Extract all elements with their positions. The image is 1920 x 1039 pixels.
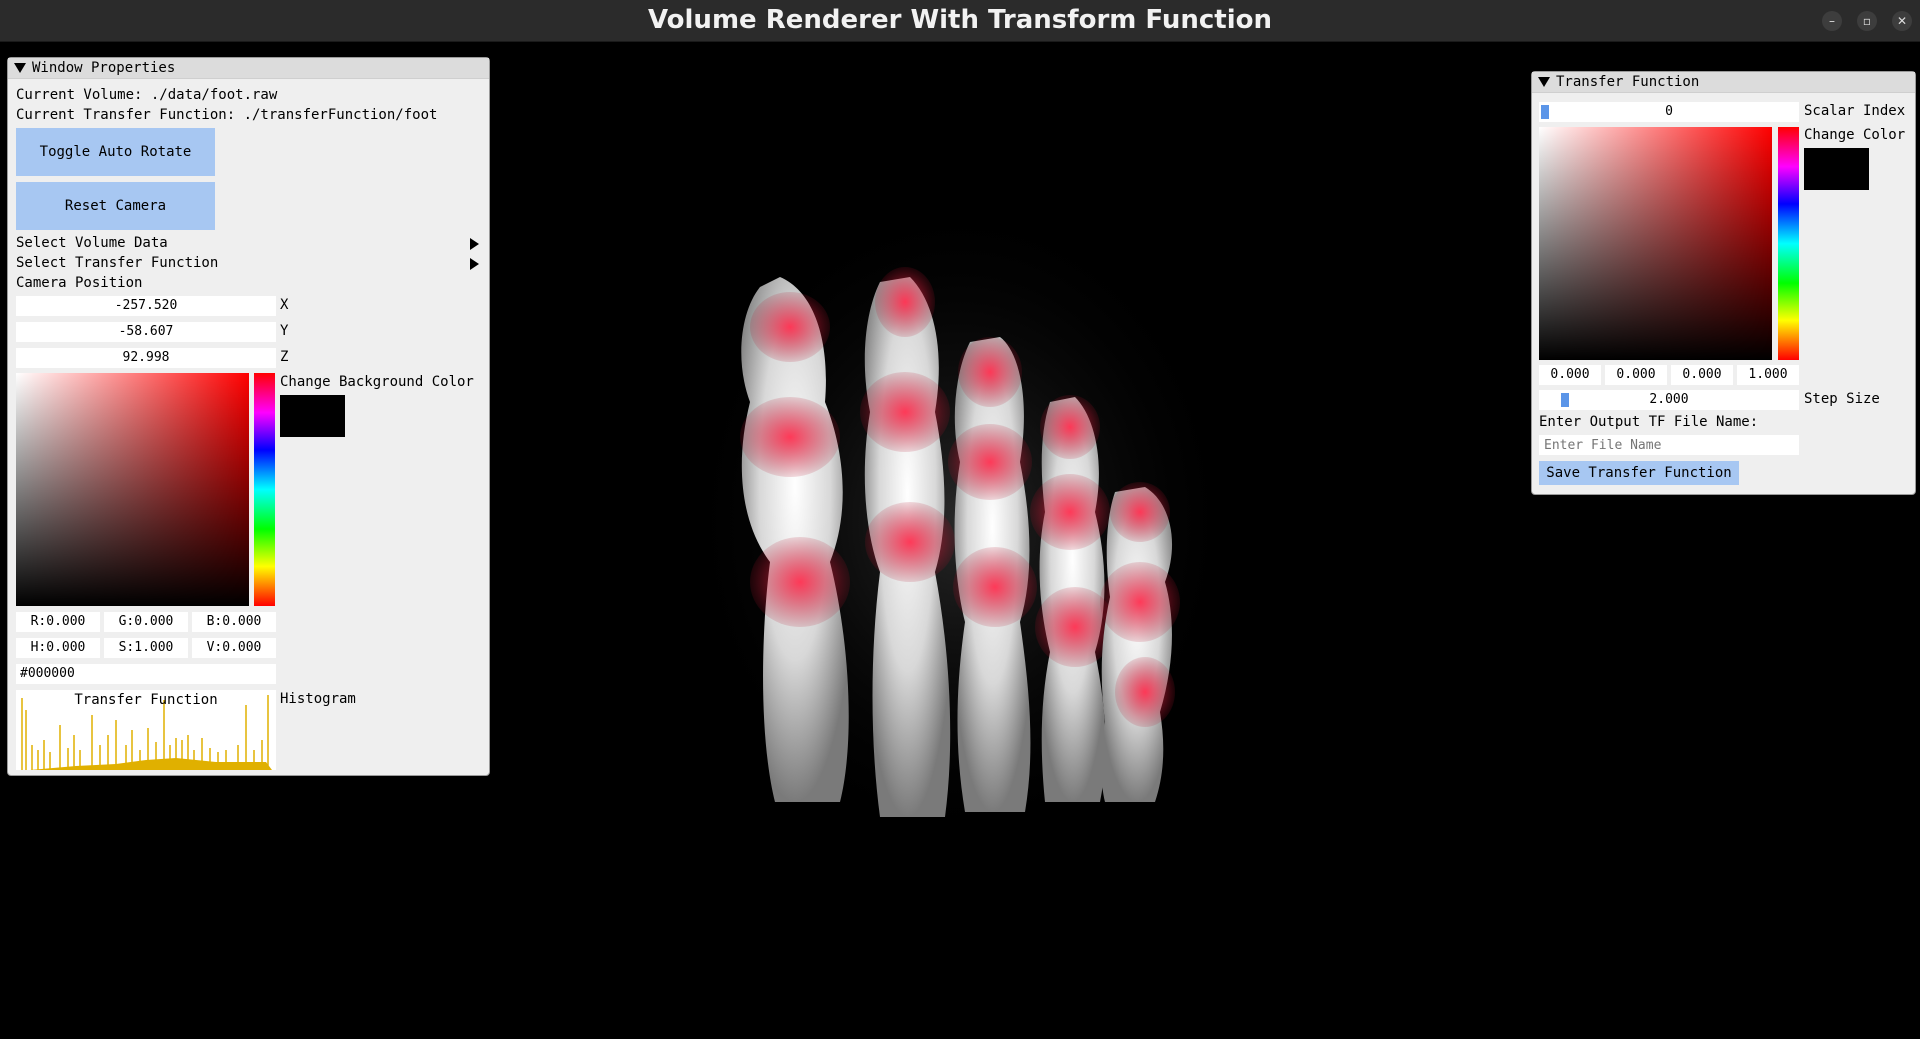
bg-v-input[interactable]: V:0.000: [192, 638, 276, 658]
select-tf-arrow-icon[interactable]: [470, 258, 479, 270]
current-tf-text: Current Transfer Function: ./transferFun…: [16, 107, 438, 123]
bg-b-input[interactable]: B:0.000: [192, 612, 276, 632]
bg-color-swatch[interactable]: [280, 395, 345, 437]
camera-z-label: Z: [280, 349, 289, 365]
bg-hue-slider[interactable]: [254, 373, 275, 606]
tf-saturation-value-picker[interactable]: [1539, 127, 1772, 360]
toe-bone-5: [1100, 482, 1180, 802]
step-size-grab[interactable]: [1561, 393, 1569, 407]
bg-s-input[interactable]: S:1.000: [104, 638, 188, 658]
histogram-label: Histogram: [280, 691, 356, 707]
scalar-index-label: Scalar Index: [1804, 103, 1906, 119]
camera-y-label: Y: [280, 323, 289, 339]
toe-bone-3: [948, 337, 1037, 812]
minimize-icon[interactable]: –: [1822, 11, 1842, 31]
transfer-function-panel: Transfer Function 0 Scalar Index Change …: [1531, 71, 1916, 495]
bg-g-input[interactable]: G:0.000: [104, 612, 188, 632]
bg-h-input[interactable]: H:0.000: [16, 638, 100, 658]
change-bg-color-label: Change Background Color: [280, 374, 474, 390]
scalar-index-slider[interactable]: 0: [1539, 102, 1799, 122]
output-file-input[interactable]: [1539, 435, 1799, 455]
tf-g-input[interactable]: 0.000: [1605, 365, 1667, 385]
window-title: Volume Renderer With Transform Function: [647, 5, 1273, 35]
collapse-triangle-icon[interactable]: [1538, 77, 1550, 87]
transfer-function-title: Transfer Function: [1556, 74, 1700, 90]
step-size-slider[interactable]: 2.000: [1539, 390, 1799, 410]
close-icon[interactable]: ✕: [1892, 11, 1912, 31]
window-properties-panel: Window Properties Current Volume: ./data…: [7, 57, 490, 776]
title-bar: Volume Renderer With Transform Function …: [0, 0, 1920, 42]
histogram-plot: Transfer Function: [16, 690, 276, 770]
select-tf-menu[interactable]: Select Transfer Function: [16, 255, 218, 271]
toggle-auto-rotate-button[interactable]: Toggle Auto Rotate: [16, 128, 215, 176]
restore-icon[interactable]: ▫: [1857, 11, 1877, 31]
collapse-triangle-icon[interactable]: [14, 63, 26, 73]
camera-x-input[interactable]: -257.520: [16, 296, 276, 316]
step-size-value: 2.000: [1649, 392, 1689, 407]
output-file-label: Enter Output TF File Name:: [1539, 414, 1759, 430]
camera-position-label: Camera Position: [16, 275, 143, 291]
change-color-label: Change Color: [1804, 127, 1906, 143]
tf-b-input[interactable]: 0.000: [1671, 365, 1733, 385]
bg-hex-input[interactable]: #000000: [16, 664, 276, 684]
step-size-label: Step Size: [1804, 391, 1880, 407]
tf-r-input[interactable]: 0.000: [1539, 365, 1601, 385]
tf-a-input[interactable]: 1.000: [1737, 365, 1799, 385]
reset-camera-button[interactable]: Reset Camera: [16, 182, 215, 230]
tf-color-swatch[interactable]: [1804, 148, 1869, 190]
transfer-function-header[interactable]: Transfer Function: [1532, 72, 1915, 93]
camera-x-label: X: [280, 297, 289, 313]
bg-r-input[interactable]: R:0.000: [16, 612, 100, 632]
select-volume-menu[interactable]: Select Volume Data: [16, 235, 168, 251]
current-volume-text: Current Volume: ./data/foot.raw: [16, 87, 278, 103]
scalar-index-value: 0: [1665, 104, 1673, 119]
select-volume-arrow-icon[interactable]: [470, 238, 479, 250]
camera-y-input[interactable]: -58.607: [16, 322, 276, 342]
scalar-index-grab[interactable]: [1541, 105, 1549, 119]
window-properties-header[interactable]: Window Properties: [8, 58, 489, 79]
save-transfer-function-button[interactable]: Save Transfer Function: [1539, 461, 1739, 485]
histogram-title: Transfer Function: [74, 692, 218, 708]
camera-z-input[interactable]: 92.998: [16, 348, 276, 368]
tf-hue-slider[interactable]: [1778, 127, 1799, 360]
window-properties-title: Window Properties: [32, 60, 176, 76]
bg-saturation-value-picker[interactable]: [16, 373, 249, 606]
